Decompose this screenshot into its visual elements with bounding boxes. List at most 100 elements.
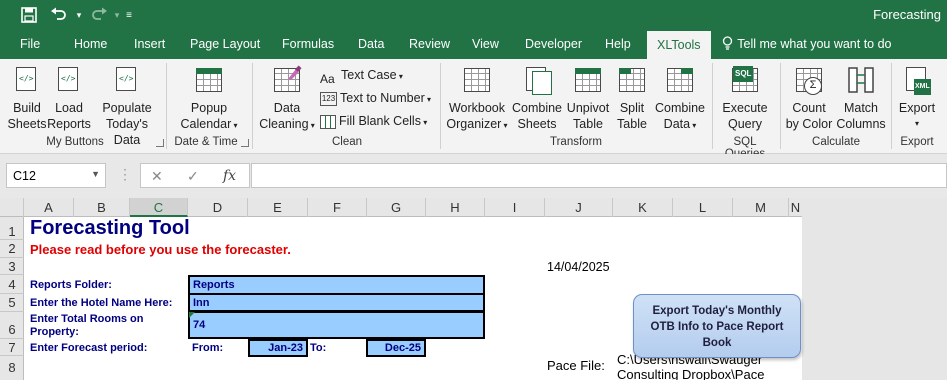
from-label[interactable]: From: bbox=[192, 342, 223, 354]
export-otb-button[interactable]: Export Today's Monthly OTB Info to Pace … bbox=[633, 294, 801, 358]
reports-folder-input[interactable]: Reports bbox=[188, 275, 485, 295]
column-header[interactable]: E bbox=[248, 198, 308, 217]
tab-file[interactable]: File bbox=[14, 30, 46, 59]
build-sheets-button[interactable]: </> Build Sheets bbox=[4, 65, 50, 132]
undo-dropdown-icon[interactable]: ▾ bbox=[68, 4, 90, 26]
pace-file-label[interactable]: Pace File: bbox=[547, 358, 605, 373]
ribbon: </> Build Sheets </> Load Reports </> Po… bbox=[0, 59, 947, 160]
hotel-name-input[interactable]: Inn bbox=[188, 293, 485, 312]
split-table-label: Split Table bbox=[617, 101, 647, 131]
insert-function-icon[interactable]: fx bbox=[223, 168, 236, 184]
window-title: Forecasting bbox=[873, 7, 941, 22]
sql-icon: SQL bbox=[730, 65, 760, 95]
column-header[interactable]: A bbox=[24, 198, 74, 217]
tab-xltools[interactable]: XLTools bbox=[647, 31, 711, 59]
combine-data-button[interactable]: Combine Data ▾ bbox=[652, 65, 708, 134]
column-header[interactable]: K bbox=[613, 198, 673, 217]
tab-review[interactable]: Review bbox=[403, 30, 456, 59]
column-header[interactable]: B bbox=[74, 198, 130, 217]
tab-insert[interactable]: Insert bbox=[128, 30, 171, 59]
execute-query-label: Execute Query bbox=[722, 101, 768, 131]
date-time-launcher-icon[interactable] bbox=[241, 139, 249, 147]
column-header[interactable]: D bbox=[188, 198, 248, 217]
match-columns-label: Match Columns bbox=[836, 101, 886, 131]
select-all-corner[interactable] bbox=[0, 198, 24, 217]
tab-view[interactable]: View bbox=[466, 30, 505, 59]
customize-toolbar-icon[interactable]: ≡ bbox=[118, 4, 140, 26]
from-period-input[interactable]: Jan-23 bbox=[248, 339, 308, 357]
row-header[interactable]: 1 bbox=[0, 217, 24, 240]
combine-sheets-button[interactable]: Combine Sheets bbox=[510, 65, 564, 132]
text-to-number-icon: 123 bbox=[320, 91, 337, 106]
workbook-organizer-button[interactable]: Workbook Organizer ▾ bbox=[444, 65, 510, 134]
ribbon-tabs: File Home Insert Page Layout Formulas Da… bbox=[0, 30, 947, 59]
group-calculate: Calculate bbox=[812, 136, 860, 148]
total-rooms-label[interactable]: Enter Total Rooms on Property: bbox=[30, 313, 143, 339]
tab-help[interactable]: Help bbox=[599, 30, 637, 59]
tab-developer[interactable]: Developer bbox=[519, 30, 588, 59]
tell-me-search[interactable]: Tell me what you want to do bbox=[716, 30, 898, 59]
popup-calendar-button[interactable]: Popup Calendar ▾ bbox=[170, 65, 248, 134]
sheet-title[interactable]: Forecasting Tool bbox=[30, 217, 190, 240]
save-icon[interactable] bbox=[18, 4, 40, 26]
split-table-icon bbox=[617, 65, 647, 95]
combine-data-icon bbox=[665, 65, 695, 95]
column-header[interactable]: G bbox=[367, 198, 426, 217]
forecast-period-label[interactable]: Enter Forecast period: bbox=[30, 342, 147, 354]
match-columns-button[interactable]: Match Columns bbox=[834, 65, 888, 132]
popup-calendar-label: Popup Calendar ▾ bbox=[180, 101, 238, 131]
column-header[interactable]: F bbox=[308, 198, 367, 217]
enter-icon[interactable]: ✓ bbox=[187, 168, 199, 185]
row-header[interactable]: 6 bbox=[0, 312, 24, 339]
column-header[interactable]: M bbox=[733, 198, 789, 217]
row-header[interactable]: 2 bbox=[0, 240, 24, 258]
fill-blank-cells-button[interactable]: Fill Blank Cells ▾ bbox=[320, 111, 427, 131]
hotel-name-label[interactable]: Enter the Hotel Name Here: bbox=[30, 297, 172, 309]
tab-home[interactable]: Home bbox=[68, 30, 113, 59]
column-header[interactable]: N bbox=[789, 198, 802, 217]
column-header-selected[interactable]: C bbox=[130, 198, 188, 217]
to-period-input[interactable]: Dec-25 bbox=[366, 339, 426, 357]
total-rooms-input[interactable]: 74 bbox=[188, 311, 485, 339]
count-by-color-button[interactable]: Σ Count by Color bbox=[784, 65, 834, 132]
cancel-icon[interactable]: ✕ bbox=[151, 168, 163, 185]
reports-folder-label[interactable]: Reports Folder: bbox=[30, 279, 112, 291]
workbook-organizer-icon bbox=[462, 65, 492, 95]
current-date[interactable]: 14/04/2025 bbox=[547, 260, 610, 274]
formula-input[interactable] bbox=[251, 163, 947, 188]
export-dropdown-icon: ▾ bbox=[914, 119, 919, 128]
unpivot-table-button[interactable]: Unpivot Table bbox=[564, 65, 612, 132]
tab-data[interactable]: Data bbox=[352, 30, 390, 59]
undo-icon[interactable] bbox=[48, 4, 70, 26]
row-header[interactable]: 7 bbox=[0, 339, 24, 356]
build-sheets-icon: </> bbox=[12, 65, 42, 95]
execute-query-button[interactable]: SQL Execute Query bbox=[716, 65, 774, 132]
formula-bar: C12 ▼ ⋮ ✕ ✓ fx bbox=[0, 154, 947, 198]
export-button[interactable]: XML Export ▾ bbox=[894, 65, 940, 132]
name-box[interactable]: C12 ▼ bbox=[6, 163, 106, 188]
to-label[interactable]: To: bbox=[310, 342, 326, 354]
export-xml-icon: XML bbox=[902, 65, 932, 95]
column-header[interactable]: L bbox=[673, 198, 733, 217]
tab-formulas[interactable]: Formulas bbox=[276, 30, 340, 59]
row-header[interactable]: 5 bbox=[0, 294, 24, 312]
name-box-dropdown-icon[interactable]: ▼ bbox=[91, 169, 100, 179]
unpivot-table-icon bbox=[573, 65, 603, 95]
tab-page-layout[interactable]: Page Layout bbox=[184, 30, 266, 59]
column-header[interactable]: I bbox=[485, 198, 545, 217]
load-reports-button[interactable]: </> Load Reports bbox=[46, 65, 92, 132]
my-buttons-launcher-icon[interactable] bbox=[156, 139, 164, 147]
populate-data-icon: </> bbox=[112, 65, 142, 95]
column-header[interactable]: J bbox=[545, 198, 613, 217]
row-header[interactable]: 8 bbox=[0, 356, 24, 380]
load-reports-label: Load Reports bbox=[47, 101, 91, 131]
row-header[interactable]: 4 bbox=[0, 275, 24, 294]
row-header[interactable]: 3 bbox=[0, 258, 24, 275]
grip-icon: ⋮ bbox=[118, 166, 132, 182]
data-cleaning-button[interactable]: Data Cleaning ▾ bbox=[258, 65, 316, 134]
text-to-number-button[interactable]: 123 Text to Number ▾ bbox=[320, 88, 431, 108]
split-table-button[interactable]: Split Table bbox=[612, 65, 652, 132]
column-header[interactable]: H bbox=[426, 198, 485, 217]
text-case-button[interactable]: Aa Text Case ▾ bbox=[320, 65, 403, 86]
warning-text[interactable]: Please read before you use the forecaste… bbox=[30, 242, 291, 257]
